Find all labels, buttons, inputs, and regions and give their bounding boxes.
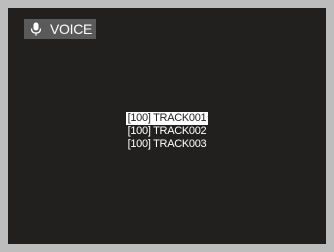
mode-label: VOICE [50, 21, 93, 37]
track-list: [100] TRACK001 [100] TRACK002 [100] TRAC… [8, 112, 326, 151]
mode-badge: VOICE [24, 19, 97, 39]
track-item-1[interactable]: [100] TRACK001 [125, 112, 209, 125]
microphone-icon [26, 21, 46, 37]
device-frame: VOICE [100] TRACK001 [100] TRACK002 [100… [0, 0, 334, 252]
screen: VOICE [100] TRACK001 [100] TRACK002 [100… [8, 8, 326, 244]
track-item-2[interactable]: [100] TRACK002 [126, 125, 209, 138]
track-item-3[interactable]: [100] TRACK003 [126, 138, 209, 151]
